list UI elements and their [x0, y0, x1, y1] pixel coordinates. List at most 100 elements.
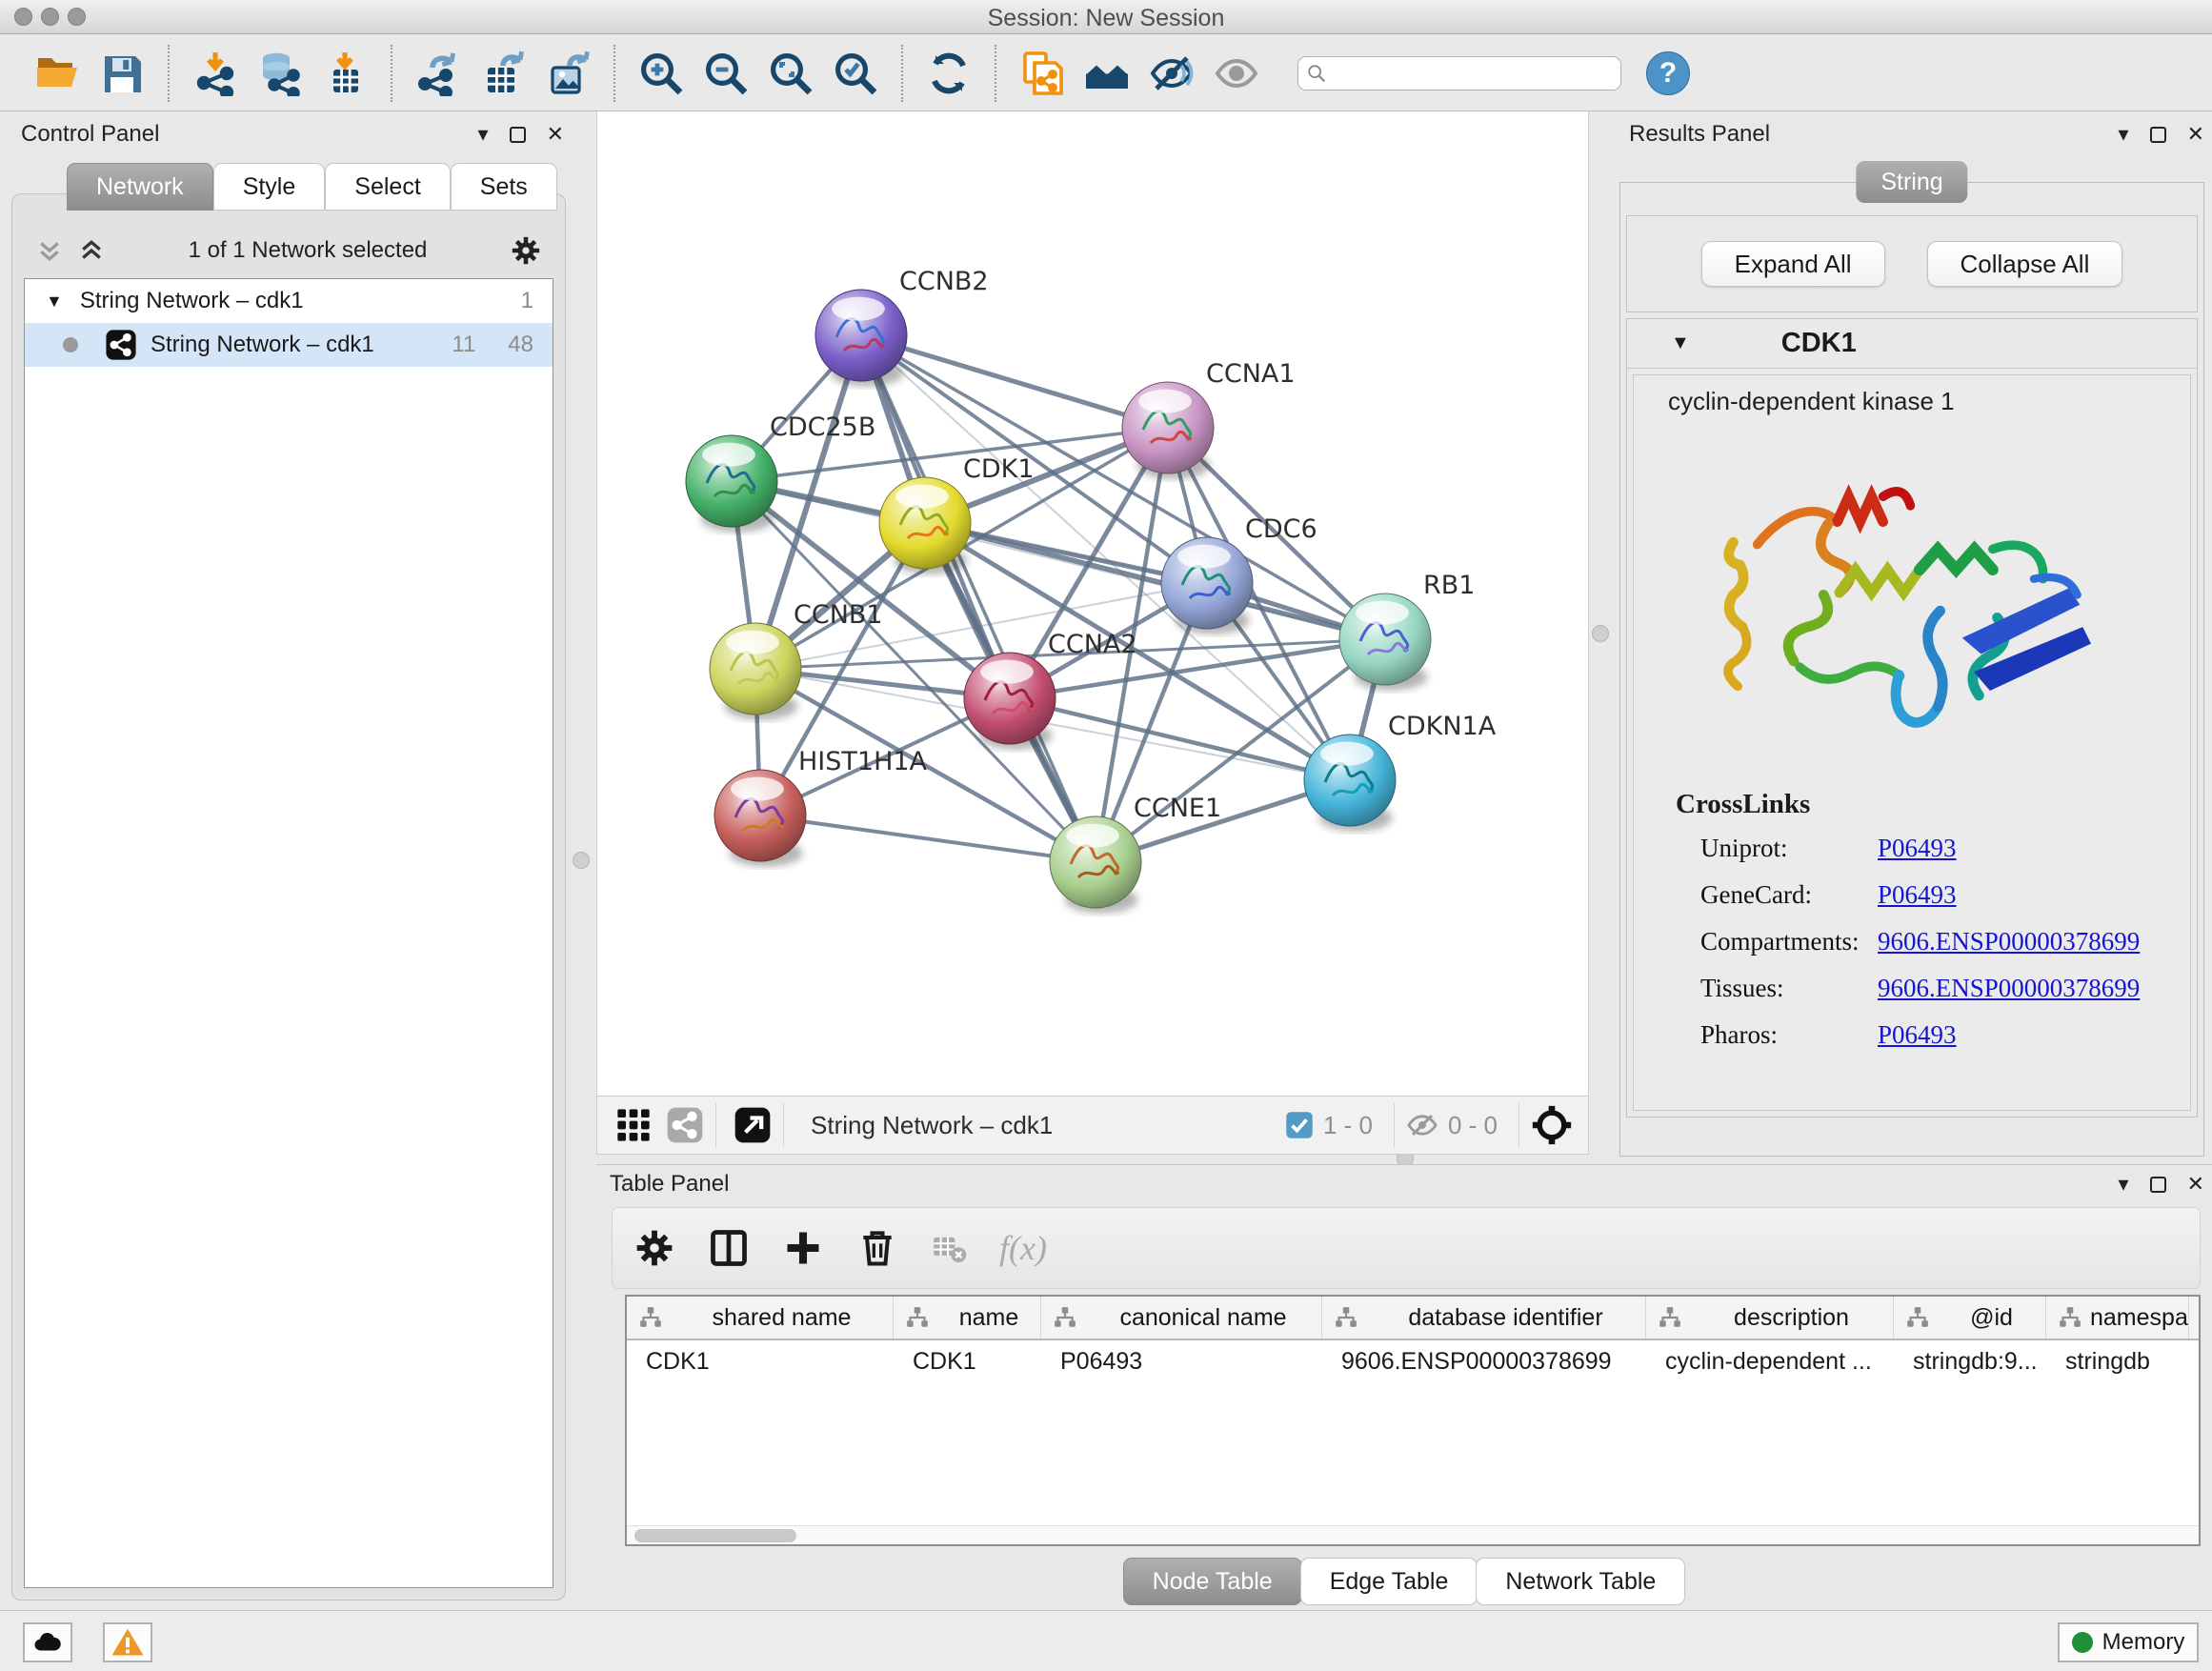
- tab-network[interactable]: Network: [67, 163, 213, 211]
- show-all-networks-icon[interactable]: [1079, 46, 1135, 101]
- crosslink-link[interactable]: P06493: [1878, 1020, 1957, 1050]
- tab-string[interactable]: String: [1856, 161, 1967, 203]
- tab-node-table[interactable]: Node Table: [1123, 1558, 1302, 1605]
- import-table-icon[interactable]: [317, 46, 372, 101]
- column-header-canonical-name[interactable]: canonical name: [1041, 1297, 1322, 1339]
- control-panel-float-icon[interactable]: [510, 127, 526, 143]
- collapse-all-button[interactable]: Collapse All: [1927, 241, 2123, 287]
- search-input[interactable]: [1333, 61, 1613, 86]
- cloud-status-button[interactable]: [23, 1622, 72, 1662]
- crosslink-link[interactable]: P06493: [1878, 834, 1957, 863]
- network-node-cdk1[interactable]: CDK1: [879, 454, 1035, 574]
- table-cell[interactable]: stringdb:9...: [1894, 1348, 2046, 1376]
- network-edge[interactable]: [861, 335, 1168, 428]
- help-icon[interactable]: ?: [1646, 51, 1690, 95]
- show-hidden-icon[interactable]: [1209, 46, 1264, 101]
- table-cell[interactable]: stringdb: [2046, 1348, 2189, 1376]
- entry-expander-icon[interactable]: ▼: [1671, 332, 1690, 354]
- crosslink-link[interactable]: 9606.ENSP00000378699: [1878, 974, 2140, 1003]
- results-panel-menu-icon[interactable]: ▾: [2119, 124, 2129, 145]
- network-node-ccna1[interactable]: CCNA1: [1122, 359, 1296, 479]
- crosslink-link[interactable]: 9606.ENSP00000378699: [1878, 927, 2140, 956]
- network-collection-row[interactable]: ▼ String Network – cdk1 1: [25, 279, 553, 323]
- export-network-icon[interactable]: [411, 46, 466, 101]
- refresh-icon[interactable]: [921, 46, 976, 101]
- collapse-all-icon[interactable]: [35, 236, 64, 265]
- import-network-from-database-icon[interactable]: [252, 46, 308, 101]
- network-node-ccne1[interactable]: CCNE1: [1050, 794, 1221, 914]
- crosslink-link[interactable]: P06493: [1878, 880, 1957, 910]
- table-cell[interactable]: CDK1: [627, 1348, 894, 1376]
- table-row[interactable]: CDK1CDK1P064939606.ENSP00000378699cyclin…: [627, 1340, 2199, 1382]
- grid-view-icon[interactable]: [614, 1106, 653, 1144]
- network-edge[interactable]: [861, 335, 1096, 862]
- table-options-gear-icon[interactable]: [633, 1227, 675, 1269]
- network-node-ccnb1[interactable]: CCNB1: [710, 600, 883, 720]
- network-node-ccnb2[interactable]: CCNB2: [815, 267, 989, 387]
- add-column-icon[interactable]: [782, 1227, 824, 1269]
- column-header-database-identifier[interactable]: database identifier: [1322, 1297, 1646, 1339]
- table-panel-float-icon[interactable]: [2150, 1177, 2166, 1193]
- expand-all-icon[interactable]: [77, 236, 106, 265]
- network-node-cdc25b[interactable]: CDC25B: [686, 413, 875, 533]
- tab-network-table[interactable]: Network Table: [1476, 1558, 1685, 1605]
- network-share-icon[interactable]: [666, 1106, 704, 1144]
- network-node-hist1h1a[interactable]: HIST1H1A: [714, 747, 928, 867]
- network-canvas[interactable]: CCNB2CCNA1CDC25BCDK1CDC6RB1CCNB1CCNA2CDK…: [596, 111, 1589, 1096]
- table-cell[interactable]: 9606.ENSP00000378699: [1322, 1348, 1646, 1376]
- tab-select[interactable]: Select: [325, 163, 450, 211]
- network-edge[interactable]: [760, 815, 1096, 862]
- network-row[interactable]: String Network – cdk1 11 48: [25, 323, 553, 367]
- tab-sets[interactable]: Sets: [451, 163, 557, 211]
- entry-header[interactable]: ▼ CDK1: [1627, 319, 2197, 369]
- zoom-in-icon[interactable]: [633, 46, 689, 101]
- network-node-cdkn1a[interactable]: CDKN1A: [1304, 712, 1497, 832]
- memory-status-dot-icon: [2072, 1632, 2093, 1653]
- hide-selected-icon[interactable]: [1144, 46, 1199, 101]
- node-table[interactable]: shared namenamecanonical namedatabase id…: [625, 1295, 2201, 1546]
- expand-all-button[interactable]: Expand All: [1701, 241, 1885, 287]
- column-header-shared-name[interactable]: shared name: [627, 1297, 894, 1339]
- table-panel-close-icon[interactable]: ✕: [2187, 1174, 2204, 1195]
- control-panel-close-icon[interactable]: ✕: [547, 124, 564, 145]
- selected-node-edge-counts: 1 - 0: [1323, 1111, 1373, 1140]
- show-columns-icon[interactable]: [708, 1227, 750, 1269]
- control-panel-menu-icon[interactable]: ▾: [478, 124, 489, 145]
- network-options-gear-icon[interactable]: [510, 234, 542, 267]
- tab-edge-table[interactable]: Edge Table: [1300, 1558, 1478, 1605]
- memory-label: Memory: [2102, 1629, 2185, 1656]
- clone-network-icon[interactable]: [1015, 46, 1070, 101]
- column-header-namespace[interactable]: namespace: [2046, 1297, 2189, 1339]
- scrollbar-thumb[interactable]: [634, 1529, 796, 1542]
- zoom-out-icon[interactable]: [698, 46, 754, 101]
- fit-content-crosshair-icon[interactable]: [1531, 1104, 1573, 1146]
- warnings-button[interactable]: [103, 1622, 152, 1662]
- results-panel-float-icon[interactable]: [2150, 127, 2166, 143]
- table-cell[interactable]: P06493: [1041, 1348, 1322, 1376]
- open-session-icon[interactable]: [30, 46, 85, 101]
- network-node-rb1[interactable]: RB1: [1339, 571, 1475, 691]
- column-header--id[interactable]: @id: [1894, 1297, 2046, 1339]
- memory-button[interactable]: Memory: [2058, 1622, 2199, 1662]
- table-cell[interactable]: cyclin-dependent ...: [1646, 1348, 1894, 1376]
- zoom-selected-icon[interactable]: [828, 46, 883, 101]
- import-network-icon[interactable]: [188, 46, 243, 101]
- export-table-icon[interactable]: [475, 46, 531, 101]
- column-attribute-icon: [1053, 1305, 1077, 1330]
- selected-checkbox-icon[interactable]: [1285, 1111, 1314, 1139]
- column-header-description[interactable]: description: [1646, 1297, 1894, 1339]
- table-horizontal-scrollbar[interactable]: [627, 1525, 2199, 1544]
- left-splitter-handle[interactable]: [573, 852, 590, 869]
- table-cell[interactable]: CDK1: [894, 1348, 1041, 1376]
- tree-expander-icon[interactable]: ▼: [46, 292, 63, 312]
- results-panel-close-icon[interactable]: ✕: [2187, 124, 2204, 145]
- tab-style[interactable]: Style: [213, 163, 326, 211]
- export-image-icon[interactable]: [540, 46, 595, 101]
- table-panel-menu-icon[interactable]: ▾: [2119, 1174, 2129, 1195]
- zoom-fit-icon[interactable]: [763, 46, 818, 101]
- delete-column-icon[interactable]: [856, 1227, 898, 1269]
- column-header-name[interactable]: name: [894, 1297, 1041, 1339]
- save-session-icon[interactable]: [94, 46, 150, 101]
- right-splitter-handle[interactable]: [1592, 625, 1609, 642]
- birds-eye-view-icon[interactable]: [734, 1106, 772, 1144]
